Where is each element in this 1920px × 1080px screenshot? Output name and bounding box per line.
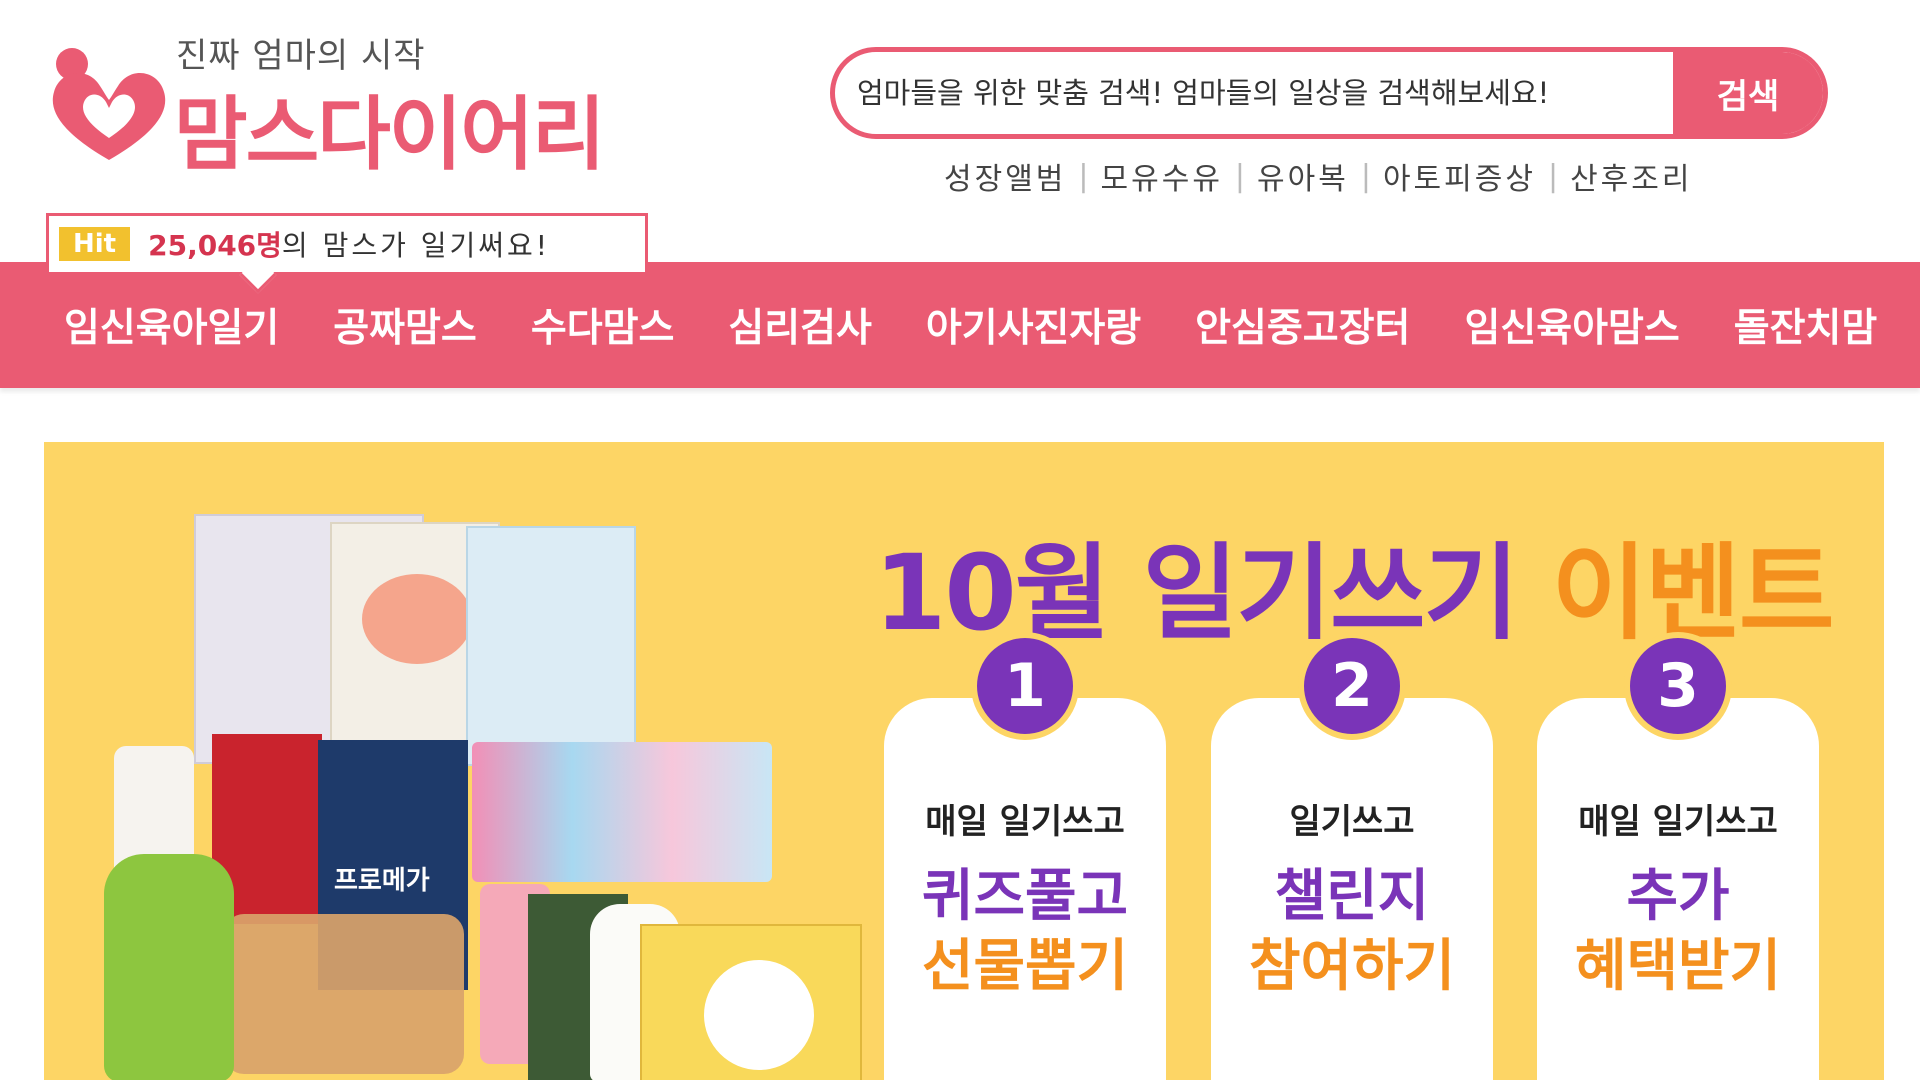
step-number: 2 [1298,632,1406,740]
heart-logo-icon [52,48,166,160]
hit-count: 25,046명 [148,229,282,262]
nav-item-diary[interactable]: 임신육아일기 [64,297,279,353]
step-number: 3 [1624,632,1732,740]
main-nav: 임신육아일기 공짜맘스 수다맘스 심리검사 아기사진자랑 안심중고장터 임신육아… [0,262,1920,388]
nav-item-free-moms[interactable]: 공짜맘스 [333,297,477,353]
step-title-line1: 챌린지 [1274,864,1430,929]
nav-item-used-market[interactable]: 안심중고장터 [1195,297,1410,353]
step-number: 1 [971,632,1079,740]
hit-text: 의 맘스가 일기써요! [281,229,551,262]
product-badge [362,574,472,664]
bunny-icon [704,960,814,1070]
step-title-line2: 참여하기 [1248,934,1456,999]
product-box [466,526,636,766]
nav-item-first-birthday[interactable]: 돌잔치맘 [1734,297,1878,353]
step-title-line2: 선물뽑기 [921,934,1129,999]
event-banner[interactable]: 프로메가 10월 일기쓰기 이벤트 1 매일 일기쓰고 퀴즈풀고 선물뽑기 2 [44,442,1884,1080]
step-title: 퀴즈풀고 선물뽑기 [884,862,1166,1002]
search-button[interactable]: 검색 [1673,52,1823,134]
event-step-3: 3 매일 일기쓰고 추가 혜택받기 [1537,632,1819,1080]
logo-text: 맘스다이어리 [174,88,606,181]
step-subtitle: 일기쓰고 [1289,802,1415,842]
product-label: 프로메가 [334,866,430,896]
step-title-line1: 퀴즈풀고 [921,864,1129,929]
event-step-2: 2 일기쓰고 챌린지 참여하기 [1211,632,1493,1080]
keyword-link[interactable]: 모유수유 [1101,154,1223,198]
nav-item-chat-moms[interactable]: 수다맘스 [531,297,675,353]
keyword-divider: | [1234,158,1246,194]
nav-item-parenting-moms[interactable]: 임신육아맘스 [1464,297,1679,353]
product-box [472,742,772,882]
step-title-line1: 추가 [1626,864,1730,929]
page: 진짜 엄마의 시작 맘스다이어리 검색 성장앨범 | 모유수유 | 유아복 | … [0,0,1920,1080]
hit-badge: Hit [59,227,131,261]
keyword-link[interactable]: 산후조리 [1570,154,1692,198]
keyword-divider: | [1360,158,1371,194]
step-title: 챌린지 참여하기 [1211,862,1493,1002]
search-input[interactable] [835,52,1673,134]
keyword-link[interactable]: 성장앨범 [944,154,1066,198]
step-title-line2: 혜택받기 [1574,934,1782,999]
step-subtitle: 매일 일기쓰고 [925,802,1125,842]
keyword-link[interactable]: 유아복 [1257,154,1349,198]
product-bottle [104,854,234,1080]
search-bar: 검색 [830,47,1828,139]
keyword-divider: | [1547,158,1559,194]
keyword-link[interactable]: 아토피증상 [1383,154,1536,198]
event-title-main: 10월 일기쓰기 [874,532,1552,654]
step-title: 추가 혜택받기 [1537,862,1819,1002]
step-subtitle: 매일 일기쓰고 [1578,802,1778,842]
nav-item-baby-photos[interactable]: 아기사진자랑 [926,297,1141,353]
hit-counter: Hit 25,046명 의 맘스가 일기써요! [46,213,648,294]
product-image: 프로메가 [104,514,864,1080]
site-logo[interactable]: 진짜 엄마의 시작 맘스다이어리 [44,26,624,181]
keyword-divider: | [1078,158,1089,194]
nav-item-psych-test[interactable]: 심리검사 [728,297,872,353]
wooden-toy [224,914,464,1074]
event-step-1: 1 매일 일기쓰고 퀴즈풀고 선물뽑기 [884,632,1166,1080]
popular-keywords: 성장앨범 | 모유수유 | 유아복 | 아토피증상 | 산후조리 [944,154,1692,198]
